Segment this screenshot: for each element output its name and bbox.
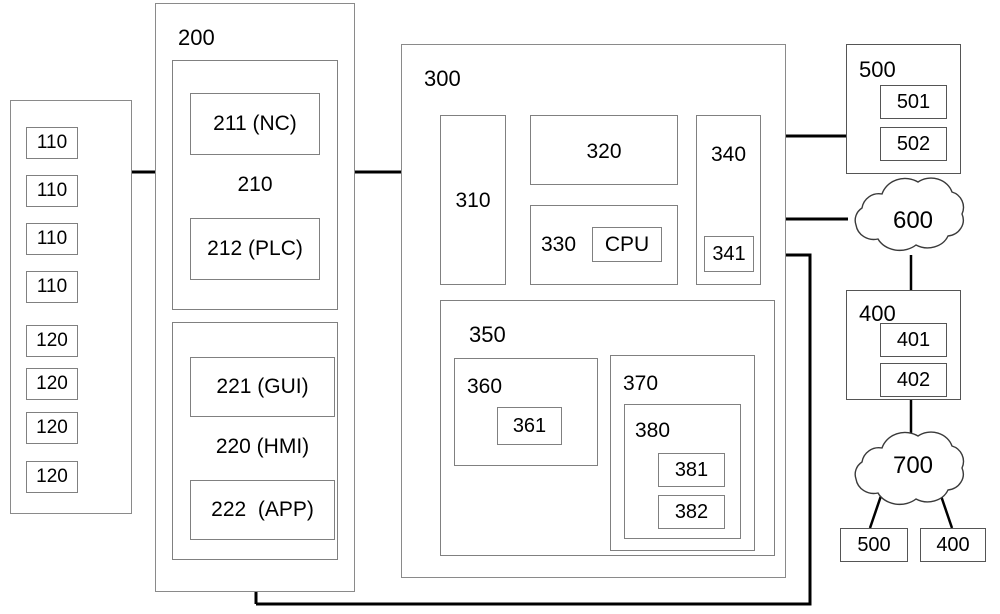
field-device-110-2[interactable]: 110 — [26, 175, 78, 207]
block-300-label: 300 — [424, 66, 461, 91]
block-200-label: 200 — [178, 25, 215, 50]
group-220-label: 220 (HMI) — [215, 435, 310, 458]
field-device-label: 110 — [36, 180, 68, 201]
unit-402[interactable]: 402 — [880, 363, 947, 397]
unit-340-label: 340 — [710, 143, 747, 166]
unit-212-label: 212 (PLC) — [207, 237, 303, 260]
unit-360-label: 360 — [467, 375, 503, 398]
field-device-label: 120 — [36, 466, 68, 487]
unit-211-label: 211 (NC) — [213, 112, 297, 135]
unit-401-label: 401 — [896, 329, 931, 351]
unit-222-label: 222 (APP) — [211, 498, 314, 521]
field-device-label: 110 — [36, 276, 68, 297]
field-device-panel — [10, 100, 132, 514]
unit-221-gui[interactable]: 221 (GUI) — [190, 357, 335, 417]
unit-402-label: 402 — [896, 369, 931, 391]
cpu-label: CPU — [604, 233, 650, 256]
unit-382[interactable]: 382 — [658, 495, 725, 529]
group-350-label: 350 — [469, 322, 506, 347]
unit-211-nc[interactable]: 211 (NC) — [190, 93, 320, 155]
unit-370-label: 370 — [623, 372, 659, 395]
cpu-block[interactable]: CPU — [592, 227, 662, 262]
field-device-120-1[interactable]: 120 — [26, 325, 78, 357]
client-400-label: 400 — [936, 534, 970, 556]
unit-382-label: 382 — [674, 501, 709, 523]
cloud-700-label: 700 — [892, 452, 934, 479]
group-210-label: 210 — [237, 173, 273, 196]
unit-221-label: 221 (GUI) — [216, 375, 309, 398]
field-device-110-4[interactable]: 110 — [26, 271, 78, 303]
client-500[interactable]: 500 — [840, 528, 908, 562]
unit-361[interactable]: 361 — [497, 407, 562, 445]
unit-212-plc[interactable]: 212 (PLC) — [190, 218, 320, 280]
field-device-label: 110 — [36, 228, 68, 249]
unit-320[interactable]: 320 — [530, 115, 678, 185]
field-device-120-2[interactable]: 120 — [26, 368, 78, 400]
unit-222-app[interactable]: 222 (APP) — [190, 480, 335, 540]
field-device-label: 120 — [36, 330, 68, 351]
field-device-120-4[interactable]: 120 — [26, 461, 78, 493]
field-device-label: 120 — [36, 373, 68, 394]
unit-401[interactable]: 401 — [880, 323, 947, 357]
block-diagram: 600 700 110 110 110 110 120 120 120 120 … — [0, 0, 1000, 614]
field-device-label: 120 — [36, 417, 68, 438]
field-device-label: 110 — [36, 132, 68, 153]
unit-310[interactable]: 310 — [440, 115, 506, 285]
field-device-120-3[interactable]: 120 — [26, 412, 78, 444]
unit-310-label: 310 — [455, 189, 491, 212]
unit-341[interactable]: 341 — [704, 236, 754, 272]
unit-501-label: 501 — [896, 91, 931, 113]
unit-501[interactable]: 501 — [880, 85, 947, 119]
field-device-110-1[interactable]: 110 — [26, 127, 78, 159]
unit-330-label: 330 — [541, 233, 577, 256]
field-device-110-3[interactable]: 110 — [26, 223, 78, 255]
client-400[interactable]: 400 — [920, 528, 986, 562]
unit-361-label: 361 — [512, 415, 547, 437]
unit-341-label: 341 — [712, 243, 746, 265]
cloud-600-label: 600 — [892, 207, 934, 234]
unit-320-label: 320 — [586, 140, 622, 163]
unit-381[interactable]: 381 — [658, 453, 725, 487]
unit-502[interactable]: 502 — [880, 127, 947, 161]
unit-502-label: 502 — [896, 133, 931, 155]
unit-381-label: 381 — [674, 459, 709, 481]
block-500-label: 500 — [859, 57, 896, 82]
group-380-label: 380 — [635, 419, 671, 442]
client-500-label: 500 — [857, 534, 891, 556]
